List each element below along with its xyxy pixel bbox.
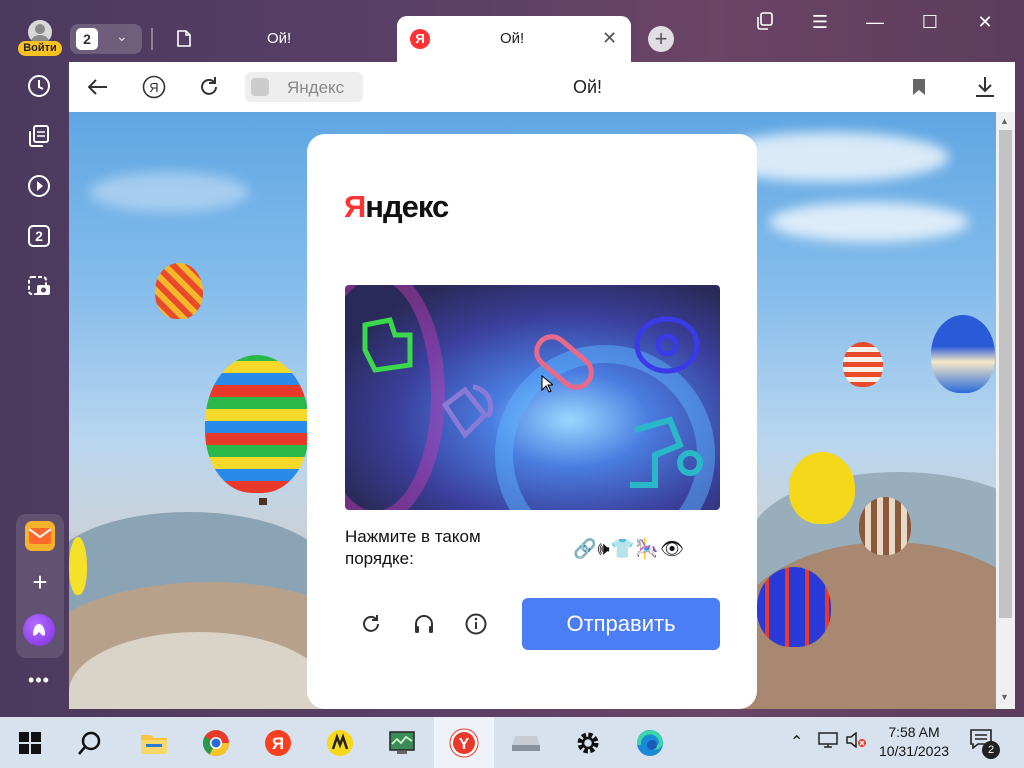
- add-app-icon[interactable]: +: [25, 567, 55, 597]
- yandex-logo: Яндекс: [344, 189, 449, 224]
- info-icon[interactable]: [462, 610, 490, 638]
- maximize-button[interactable]: ☐: [915, 12, 945, 38]
- lock-icon[interactable]: [251, 78, 269, 96]
- tab-1[interactable]: Ой!: [165, 18, 395, 60]
- drive-icon[interactable]: [508, 725, 544, 761]
- reload-icon[interactable]: [196, 74, 222, 100]
- svg-text:Я: Я: [272, 734, 284, 753]
- history-icon[interactable]: [23, 70, 55, 102]
- login-label: Войти: [18, 41, 62, 56]
- video-play-icon[interactable]: [23, 170, 55, 202]
- clock-date: 10/31/2023: [878, 743, 950, 759]
- captcha-image[interactable]: [345, 285, 720, 510]
- file-explorer-icon[interactable]: [136, 725, 172, 761]
- yandex-browser-taskbar-icon[interactable]: Y: [434, 717, 494, 768]
- edge-icon[interactable]: [632, 725, 668, 761]
- profile-button[interactable]: Войти: [18, 20, 62, 58]
- back-arrow-icon[interactable]: [85, 74, 111, 100]
- svg-text:Y: Y: [459, 736, 470, 753]
- new-tab-button[interactable]: +: [648, 26, 674, 52]
- clock-time: 7:58 AM: [888, 724, 940, 740]
- sidebar: 2 + •••: [8, 62, 69, 717]
- screenshot-icon[interactable]: [23, 270, 55, 302]
- tab-count-button[interactable]: 2 ⌄: [70, 24, 142, 54]
- yandex-home-icon[interactable]: Я: [141, 74, 167, 100]
- notification-count-badge: 2: [982, 741, 1000, 759]
- sidebar-tab-badge: 2: [35, 228, 43, 244]
- svg-text:Я: Я: [149, 80, 158, 95]
- tab-separator: [151, 28, 153, 50]
- scrollbar-thumb[interactable]: [999, 130, 1012, 618]
- menu-icon[interactable]: ☰: [805, 12, 835, 38]
- more-icon[interactable]: •••: [23, 670, 55, 691]
- windows-start-icon[interactable]: [12, 725, 48, 761]
- navigation-toolbar: Я Яндекс Ой!: [69, 62, 1015, 112]
- search-icon[interactable]: [72, 725, 108, 761]
- address-domain: Яндекс: [287, 78, 345, 97]
- address-bar[interactable]: Яндекс: [245, 72, 363, 102]
- tab-2-active[interactable]: Я Ой! ✕: [397, 16, 631, 62]
- refresh-captcha-icon[interactable]: [357, 610, 385, 638]
- scroll-up-icon[interactable]: ▲: [1000, 116, 1009, 126]
- notification-center-icon[interactable]: 2: [970, 729, 1000, 759]
- document-icon: [177, 30, 191, 47]
- mouse-cursor-icon: [541, 375, 553, 393]
- close-button[interactable]: ✕: [970, 12, 1000, 38]
- tray-chevron-up-icon[interactable]: ⌃: [790, 732, 803, 752]
- chrome-icon[interactable]: [198, 725, 234, 761]
- minimize-button[interactable]: —: [860, 12, 890, 38]
- scroll-down-icon[interactable]: ▼: [1000, 692, 1009, 702]
- settings-gear-icon[interactable]: [570, 725, 606, 761]
- close-tab-icon[interactable]: ✕: [602, 28, 617, 49]
- tab-2-title: Ой!: [500, 30, 525, 47]
- download-icon[interactable]: [972, 74, 998, 100]
- task-manager-icon[interactable]: [384, 725, 420, 761]
- captcha-card: Яндекс Нажмите в таком порядке: 🔗🕪👕🎠👁 От…: [307, 134, 757, 709]
- page-scrollbar[interactable]: ▲ ▼: [996, 112, 1015, 709]
- page-title: Ой!: [573, 77, 603, 97]
- mail-icon[interactable]: [25, 521, 55, 551]
- tabs-badge-icon[interactable]: 2: [23, 220, 55, 252]
- audio-captcha-icon[interactable]: [410, 610, 438, 638]
- tab-count-badge: 2: [76, 28, 98, 50]
- yandex-app-icon[interactable]: Я: [260, 725, 296, 761]
- yandex-favicon-icon: Я: [410, 29, 430, 49]
- system-clock[interactable]: 7:58 AM 10/31/2023: [872, 723, 956, 761]
- yandex-music-icon[interactable]: [322, 725, 358, 761]
- captcha-instruction: Нажмите в таком порядке:: [345, 527, 481, 568]
- tabs-collection-icon[interactable]: [750, 12, 780, 38]
- captcha-icon-sequence: 🔗🕪👕🎠👁: [573, 539, 686, 560]
- chevron-down-icon: ⌄: [116, 28, 128, 44]
- bookmark-icon[interactable]: [906, 74, 932, 100]
- network-icon[interactable]: [818, 732, 838, 753]
- windows-taskbar: Я Y ⌃ 7:58 AM 10/31/2023 2: [0, 717, 1024, 768]
- collections-icon[interactable]: [23, 120, 55, 152]
- tab-1-title: Ой!: [267, 30, 292, 47]
- alice-assistant-icon[interactable]: [23, 614, 55, 646]
- volume-muted-icon[interactable]: [846, 731, 866, 753]
- submit-button[interactable]: Отправить: [522, 598, 720, 650]
